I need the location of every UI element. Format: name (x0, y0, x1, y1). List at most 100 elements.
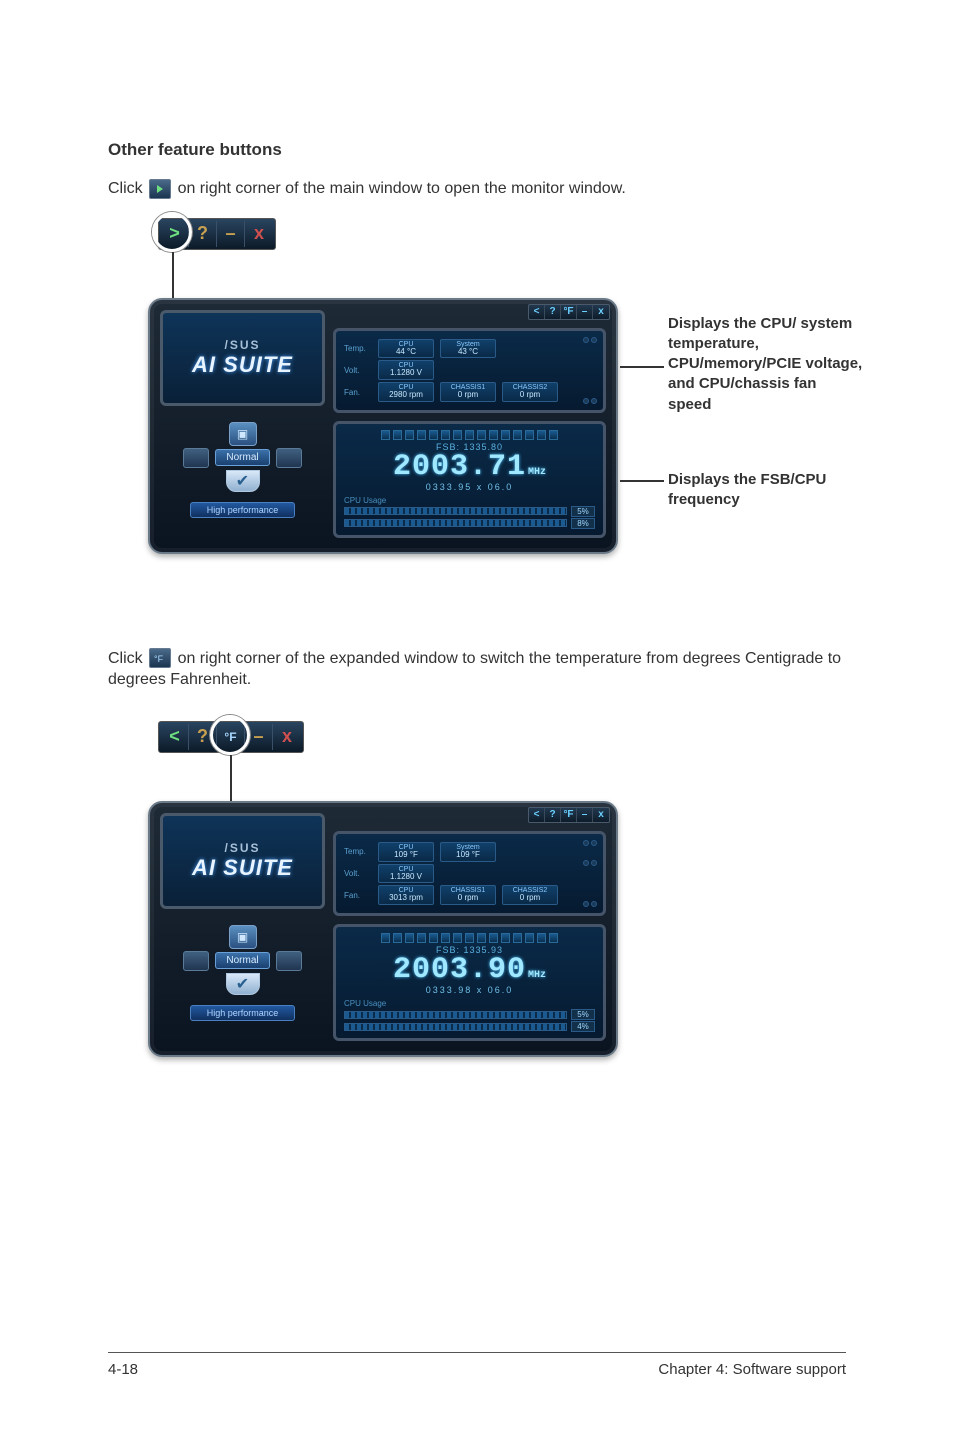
temp-row: Temp. CPU109 °F System109 °F (344, 842, 595, 862)
asus-logo-text: /SUS (224, 338, 260, 352)
volt-nav-dots[interactable] (583, 860, 597, 866)
temp-label: Temp. (344, 847, 372, 856)
mode-cluster: ▣ Normal ✔ High performance (160, 925, 325, 1045)
temp-sys-reading: System43 °C (440, 339, 496, 359)
fan-ch2-reading: CHASSIS20 rpm (502, 885, 558, 905)
temp-cpu-reading: CPU109 °F (378, 842, 434, 862)
high-performance-label: High performance (190, 1005, 296, 1021)
monitor-icon[interactable]: ▣ (229, 422, 257, 446)
mode-down-button[interactable]: ✔ (226, 973, 260, 995)
cpu-usage-bar-1: 5% (344, 506, 595, 517)
expand-button[interactable]: > (161, 221, 189, 247)
fan-row: Fan. CPU2980 rpm CHASSIS10 rpm CHASSIS20… (344, 382, 595, 402)
help-glyph: ? (197, 223, 208, 244)
figure-1: > ? – x /SUS AI SUITE ▣ Normal ✔ High pe… (148, 218, 868, 598)
close-button[interactable]: x (273, 724, 301, 750)
freq-digits: 2003.90 (393, 953, 526, 987)
para1-prefix: Click (108, 180, 147, 197)
close-button-mini[interactable]: x (593, 808, 609, 822)
minimize-button[interactable]: – (245, 724, 273, 750)
minimize-button[interactable]: – (217, 221, 245, 247)
help-button[interactable]: ? (189, 221, 217, 247)
intro-paragraph-2: Click °F on right corner of the expanded… (108, 648, 846, 691)
multiplier-line: 0333.95 x 06.0 (344, 482, 595, 492)
left-pane: /SUS AI SUITE ▣ Normal ✔ High performanc… (160, 813, 325, 1045)
fan-cpu-value: 3013 rpm (383, 894, 429, 903)
para2-suffix: on right corner of the expanded window t… (108, 650, 841, 689)
mode-next-button[interactable] (276, 951, 302, 971)
usage-pct-2: 4% (571, 1021, 595, 1032)
help-button-mini[interactable]: ? (545, 808, 561, 822)
svg-text:°F: °F (154, 654, 164, 664)
fan-nav-dots[interactable] (583, 901, 597, 907)
mini-titlebar-strip: < ? °F – x (528, 807, 610, 823)
mode-prev-button[interactable] (183, 448, 209, 468)
temp-cpu-value: 109 °F (383, 851, 429, 860)
ai-suite-window-2: /SUS AI SUITE ▣ Normal ✔ High performanc… (148, 801, 618, 1057)
ai-suite-logo-text: AI SUITE (192, 352, 293, 378)
close-glyph: x (282, 726, 292, 747)
cpu-usage-label: CPU Usage (344, 999, 595, 1008)
ai-suite-window: /SUS AI SUITE ▣ Normal ✔ High performanc… (148, 298, 618, 554)
ai-suite-logo-text: AI SUITE (192, 855, 293, 881)
unit-toggle-button[interactable]: °F (217, 724, 245, 750)
cpu-frequency-value: 2003.71MHz (344, 452, 595, 482)
minimize-button-mini[interactable]: – (577, 808, 593, 822)
close-glyph: x (254, 223, 264, 244)
fan-nav-dots[interactable] (583, 398, 597, 404)
usage-bar-fill (344, 507, 567, 515)
freq-digits: 2003.71 (393, 450, 526, 484)
cpu-frequency-value: 2003.90MHz (344, 955, 595, 985)
mode-cluster: ▣ Normal ✔ High performance (160, 422, 325, 542)
temp-nav-dots[interactable] (583, 337, 597, 343)
brand-box: /SUS AI SUITE (160, 310, 325, 406)
right-pane: < ? °F – x Temp. CPU44 °C System43 °C Vo… (333, 310, 606, 542)
fan-label: Fan. (344, 388, 372, 397)
cpu-usage-bar-2: 4% (344, 1021, 595, 1032)
collapse-button[interactable]: < (529, 808, 545, 822)
help-button-mini[interactable]: ? (545, 305, 561, 319)
mode-prev-button[interactable] (183, 951, 209, 971)
volt-label: Volt. (344, 366, 372, 375)
unit-toggle-button[interactable]: °F (561, 808, 577, 822)
unit-toggle-icon: °F (149, 648, 171, 668)
annotation-frequency: Displays the FSB/CPU frequency (668, 470, 863, 511)
fan-cpu-reading: CPU2980 rpm (378, 382, 434, 402)
minimize-button-mini[interactable]: – (577, 305, 593, 319)
close-button[interactable]: x (245, 221, 273, 247)
fan-cpu-reading: CPU3013 rpm (378, 885, 434, 905)
leader-line (230, 755, 232, 801)
help-button[interactable]: ? (189, 724, 217, 750)
annotation-leader (620, 480, 664, 482)
collapse-button[interactable]: < (161, 724, 189, 750)
expand-icon (149, 179, 171, 199)
usage-bar-fill (344, 519, 567, 527)
brand-box: /SUS AI SUITE (160, 813, 325, 909)
usage-bar-fill (344, 1011, 567, 1019)
mode-badge: Normal (215, 449, 269, 466)
collapse-button[interactable]: < (529, 305, 545, 319)
usage-pct-1: 5% (571, 1009, 595, 1020)
temp-nav-dots[interactable] (583, 840, 597, 846)
monitor-icon[interactable]: ▣ (229, 925, 257, 949)
volt-row: Volt. CPU1.1280 V (344, 360, 595, 380)
unit-toggle-button[interactable]: °F (561, 305, 577, 319)
mode-next-button[interactable] (276, 448, 302, 468)
temp-cpu-reading: CPU44 °C (378, 339, 434, 359)
fan-ch2-value: 0 rpm (507, 391, 553, 400)
volt-cpu-value: 1.1280 V (383, 873, 429, 882)
volt-cpu-value: 1.1280 V (383, 369, 429, 378)
temp-sys-reading: System109 °F (440, 842, 496, 862)
fan-ch1-value: 0 rpm (445, 391, 491, 400)
help-glyph: ? (197, 726, 208, 747)
temp-sys-value: 109 °F (445, 851, 491, 860)
frequency-panel: FSB: 1335.80 2003.71MHz 0333.95 x 06.0 C… (333, 421, 606, 538)
mode-down-button[interactable]: ✔ (226, 470, 260, 492)
fan-ch2-value: 0 rpm (507, 894, 553, 903)
temp-cpu-value: 44 °C (383, 348, 429, 357)
fan-ch1-value: 0 rpm (445, 894, 491, 903)
close-button-mini[interactable]: x (593, 305, 609, 319)
unit-glyph: °F (224, 730, 236, 744)
para1-suffix: on right corner of the main window to op… (178, 180, 626, 197)
left-pane: /SUS AI SUITE ▣ Normal ✔ High performanc… (160, 310, 325, 542)
